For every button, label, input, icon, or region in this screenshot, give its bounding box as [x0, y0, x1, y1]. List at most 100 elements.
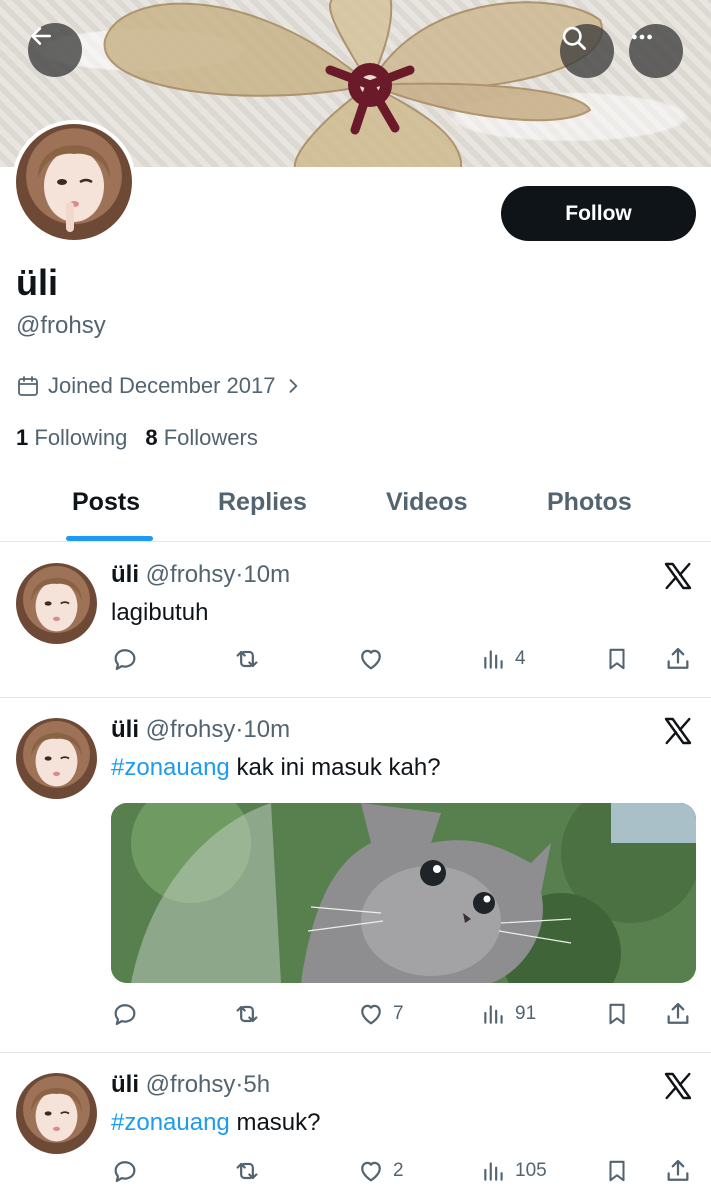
post-avatar[interactable]	[16, 1073, 97, 1154]
followers-link[interactable]: 8 Followers	[145, 425, 258, 451]
like-button[interactable]: 2	[357, 1154, 404, 1188]
x-logo-icon[interactable]	[662, 1070, 694, 1102]
bookmark-button[interactable]	[604, 997, 630, 1031]
search-icon	[562, 26, 586, 50]
views-button[interactable]: 105	[481, 1154, 547, 1188]
like-icon	[361, 649, 381, 670]
back-button[interactable]	[28, 23, 82, 77]
views-count: 4	[515, 648, 526, 669]
following-count: 1	[16, 425, 29, 450]
profile-display-name: üli	[16, 262, 58, 303]
post-header: üli @frohsy·5h	[111, 1071, 271, 1098]
like-count: 7	[393, 1003, 404, 1024]
views-icon	[484, 1005, 503, 1024]
post-author-name[interactable]: üli	[111, 716, 139, 743]
post-text: #zonauang kak ini masuk kah?	[111, 754, 441, 782]
share-icon	[667, 1159, 689, 1181]
profile-tabs: Posts Replies Videos Photos	[0, 470, 711, 542]
bookmark-icon	[609, 1003, 625, 1025]
views-count: 105	[515, 1160, 547, 1181]
tab-photos[interactable]: Photos	[547, 488, 632, 517]
post-item[interactable]: üli @frohsy·10m #zonauang kak ini masuk …	[0, 698, 711, 1053]
back-arrow-icon	[31, 27, 51, 45]
kitten-photo	[111, 803, 696, 983]
like-count: 2	[393, 1160, 404, 1181]
views-icon	[484, 650, 503, 669]
reply-icon	[114, 1004, 136, 1026]
post-actions: 7 91	[111, 997, 696, 1031]
joined-date-row[interactable]: Joined December 2017	[16, 373, 303, 399]
followers-label: Followers	[163, 425, 258, 450]
post-time: 5h	[243, 1071, 271, 1098]
avatar-photo	[16, 124, 132, 240]
followers-count: 8	[145, 425, 158, 450]
post-author-handle[interactable]: @frohsy	[146, 561, 236, 588]
x-logo-icon[interactable]	[662, 715, 694, 747]
post-actions: 4	[111, 642, 696, 676]
post-body: kak ini masuk kah?	[229, 754, 441, 781]
bookmark-button[interactable]	[604, 642, 630, 676]
hashtag-link[interactable]: #zonauang	[111, 1109, 230, 1136]
follow-stats: 1 Following 8 Followers	[16, 425, 258, 451]
search-button[interactable]	[560, 24, 614, 78]
tab-posts[interactable]: Posts	[72, 488, 140, 517]
repost-button[interactable]	[232, 1154, 270, 1188]
post-header: üli @frohsy·10m	[111, 716, 291, 743]
follow-button[interactable]: Follow	[501, 186, 696, 241]
reply-button[interactable]	[111, 1154, 147, 1188]
post-text: #zonauang masuk?	[111, 1109, 320, 1137]
post-actions: 2 105	[111, 1154, 696, 1188]
share-button[interactable]	[664, 642, 692, 676]
post-author-handle[interactable]: @frohsy	[146, 716, 236, 743]
post-avatar[interactable]	[16, 718, 97, 799]
post-author-name[interactable]: üli	[111, 1071, 139, 1098]
post-text: lagibutuh	[111, 599, 209, 626]
share-button[interactable]	[664, 1154, 692, 1188]
tab-videos[interactable]: Videos	[386, 488, 468, 517]
share-button[interactable]	[664, 997, 692, 1031]
x-logo-icon[interactable]	[662, 560, 694, 592]
post-avatar[interactable]	[16, 563, 97, 644]
chevron-right-icon	[290, 379, 298, 393]
views-icon	[484, 1162, 503, 1181]
like-button[interactable]	[357, 642, 393, 676]
bookmark-icon	[609, 648, 625, 670]
reply-icon	[114, 1161, 136, 1183]
more-button[interactable]	[629, 24, 683, 78]
tab-replies[interactable]: Replies	[218, 488, 307, 517]
post-time: 10m	[243, 561, 291, 588]
following-label: Following	[34, 425, 128, 450]
reply-button[interactable]	[111, 642, 147, 676]
active-tab-indicator	[66, 536, 153, 541]
views-button[interactable]: 91	[481, 997, 536, 1031]
post-author-handle[interactable]: @frohsy	[146, 1071, 236, 1098]
post-header: üli @frohsy·10m	[111, 561, 291, 588]
repost-icon	[236, 1162, 258, 1180]
post-item[interactable]: üli @frohsy·5h #zonauang masuk? 2 105	[0, 1053, 711, 1200]
like-icon	[361, 1004, 381, 1025]
post-time: 10m	[243, 716, 291, 743]
more-icon	[632, 34, 652, 40]
repost-icon	[236, 1005, 258, 1023]
post-item[interactable]: üli @frohsy·10m lagibutuh 4	[0, 543, 711, 698]
hashtag-link[interactable]: #zonauang	[111, 754, 230, 781]
joined-date: Joined December 2017	[48, 373, 276, 398]
repost-button[interactable]	[232, 997, 270, 1031]
repost-button[interactable]	[232, 642, 270, 676]
views-button[interactable]: 4	[481, 642, 526, 676]
like-icon	[361, 1161, 381, 1182]
bookmark-button[interactable]	[604, 1154, 630, 1188]
share-icon	[667, 647, 689, 669]
views-count: 91	[515, 1003, 537, 1024]
reply-icon	[114, 649, 136, 671]
share-icon	[667, 1002, 689, 1024]
like-button[interactable]: 7	[357, 997, 404, 1031]
calendar-icon	[18, 376, 38, 396]
post-author-name[interactable]: üli	[111, 561, 139, 588]
post-media-image[interactable]	[111, 803, 696, 983]
reply-button[interactable]	[111, 997, 147, 1031]
following-link[interactable]: 1 Following	[16, 425, 127, 451]
bookmark-icon	[609, 1160, 625, 1182]
post-body: masuk?	[229, 1109, 321, 1136]
profile-avatar[interactable]	[12, 120, 136, 244]
